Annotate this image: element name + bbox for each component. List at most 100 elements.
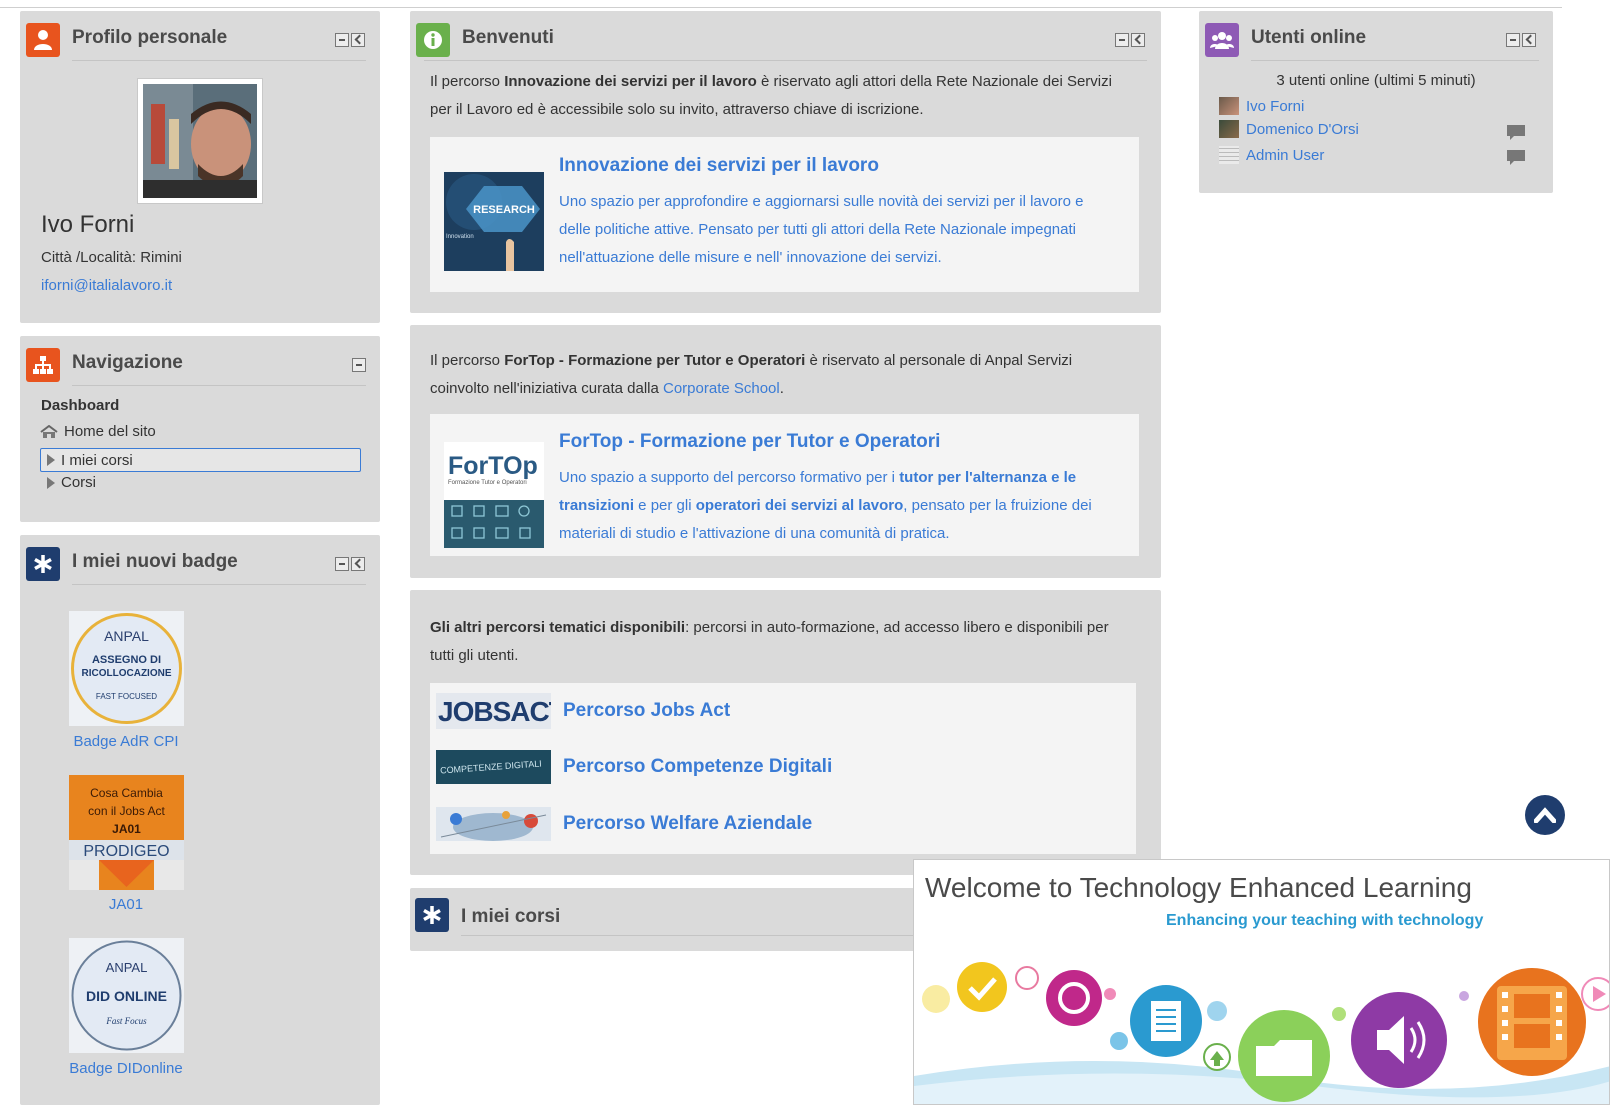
welcome-intro-pre: Il percorso (430, 73, 505, 90)
welcome-intro: Il percorso Innovazione dei servizi per … (430, 68, 1130, 124)
scroll-top-button[interactable] (1525, 795, 1565, 835)
banner-subtitle: Enhancing your teaching with technology (1166, 912, 1484, 929)
online-user[interactable]: Ivo Forni (1219, 97, 1304, 115)
collapse-icon[interactable] (1115, 33, 1129, 47)
welcome-header: Benvenuti (410, 11, 1161, 61)
fortop-course-desc: Uno spazio a supporto del percorso forma… (559, 464, 1119, 548)
fortop-course-title[interactable]: ForTop - Formazione per Tutor e Operator… (559, 431, 940, 453)
collapse-icon[interactable] (1506, 33, 1520, 47)
badge-did-title: DID ONLINE (86, 988, 167, 1004)
message-icon[interactable] (1507, 125, 1525, 141)
online-user[interactable]: Domenico D'Orsi (1219, 120, 1359, 138)
online-user-name[interactable]: Domenico D'Orsi (1246, 121, 1359, 138)
badge-adr-logo: ANPAL (104, 628, 149, 644)
navigation-block: Navigazione Dashboard Home del sito I mi… (20, 336, 380, 522)
user-avatar (1219, 97, 1239, 115)
course-jobs-act[interactable]: JOBSACT Percorso Jobs Act (436, 693, 730, 729)
online-user-name[interactable]: Ivo Forni (1246, 98, 1304, 115)
badges-rule (72, 584, 366, 585)
collapse-icon[interactable] (335, 557, 349, 571)
badge-adr-label[interactable]: Badge AdR CPI (40, 733, 212, 750)
badges-title: I miei nuovi badge (72, 551, 238, 572)
user-icon (26, 23, 60, 57)
jobs-act-thumb-text: JOBSACT (438, 696, 551, 727)
online-user-name[interactable]: Admin User (1246, 147, 1324, 164)
badge-ja01-label[interactable]: JA01 (40, 896, 212, 913)
nav-courses-label: Corsi (61, 474, 97, 491)
nav-my-courses-label: I miei corsi (61, 451, 133, 469)
dock-icon[interactable] (1522, 33, 1536, 47)
online-summary: 3 utenti online (ultimi 5 minuti) (1276, 72, 1476, 89)
home-icon (40, 424, 58, 438)
nav-courses[interactable]: Corsi (40, 474, 96, 491)
asterisk-icon (26, 547, 60, 581)
navigation-title: Navigazione (72, 352, 183, 373)
asterisk-icon (415, 898, 449, 932)
jobs-act-thumb: JOBSACT (436, 693, 551, 729)
profile-email[interactable]: iforni@italialavoro.it (41, 277, 172, 294)
dock-icon[interactable] (351, 557, 365, 571)
users-icon (1205, 23, 1239, 57)
innovation-course-title[interactable]: Innovazione dei servizi per il lavoro (559, 155, 879, 177)
badge-did-logo: ANPAL (106, 960, 148, 975)
course-welfare[interactable]: Percorso Welfare Aziendale (436, 807, 812, 841)
collapse-icon[interactable] (335, 33, 349, 47)
welcome-block: Benvenuti Il percorso Innovazione dei se… (410, 11, 1161, 313)
navigation-controls (352, 358, 366, 372)
profile-header: Profilo personale (20, 11, 380, 61)
navigation-rule (72, 385, 366, 386)
badge-adr-line2: RICOLLOCAZIONE (82, 668, 172, 679)
badges-block: I miei nuovi badge ANPAL ASSEGNO DI RICO… (20, 535, 380, 1105)
nav-dashboard[interactable]: Dashboard (41, 397, 119, 414)
online-user[interactable]: Admin User (1219, 146, 1324, 164)
innovation-course-card[interactable]: RESEARCH Innovation Innovazione dei serv… (430, 137, 1139, 292)
collapse-icon[interactable] (352, 358, 366, 372)
banner-illustration (914, 962, 1609, 1104)
fortop-logo-image: ForTOp Formazione Tutor e Operatori (444, 442, 544, 548)
welcome-title: Benvenuti (462, 27, 554, 48)
nav-home[interactable]: Home del sito (40, 423, 156, 440)
badges-header: I miei nuovi badge (20, 535, 380, 585)
fortop-logo-text: ForTOp (448, 452, 538, 480)
fortop-course-card[interactable]: ForTOp Formazione Tutor e Operatori ForT… (430, 414, 1139, 556)
fortop-logo-band (444, 500, 544, 548)
fortop-intro-pre: Il percorso (430, 352, 505, 369)
profile-controls (335, 33, 365, 47)
welcome-intro-bold: Innovazione dei servizi per il lavoro (504, 73, 757, 90)
course-digital-skills[interactable]: COMPETENZE DIGITALI Percorso Competenze … (436, 750, 832, 784)
message-icon[interactable] (1507, 150, 1525, 166)
dock-icon[interactable] (1131, 33, 1145, 47)
course-welfare-label[interactable]: Percorso Welfare Aziendale (563, 813, 812, 835)
badge-did-image[interactable]: ANPAL DID ONLINE Fast Focus (69, 938, 184, 1053)
profile-rule (72, 60, 366, 61)
top-divider (0, 7, 1562, 8)
other-courses-block: Gli altri percorsi tematici disponibili:… (410, 590, 1161, 875)
research-image: RESEARCH Innovation (444, 172, 544, 271)
avatar-photo (143, 84, 257, 198)
welfare-thumb (436, 807, 551, 841)
badge-ja01-line3: JA01 (112, 822, 141, 836)
fortop-logo-sub: Formazione Tutor e Operatori (448, 480, 527, 486)
online-users-rule (1251, 60, 1539, 61)
online-users-block: Utenti online 3 utenti online (ultimi 5 … (1199, 11, 1553, 193)
nav-home-label: Home del sito (64, 423, 156, 440)
badge-adr-image[interactable]: ANPAL ASSEGNO DI RICOLLOCAZIONE FAST FOC… (69, 611, 184, 726)
page: Profilo personale Ivo Forni Città /Local… (0, 0, 1610, 1105)
digital-skills-thumb: COMPETENZE DIGITALI (436, 750, 551, 784)
my-courses-title: I miei corsi (461, 906, 561, 927)
welcome-rule (424, 60, 1147, 61)
avatar[interactable] (137, 78, 263, 204)
course-digital-skills-label[interactable]: Percorso Competenze Digitali (563, 756, 832, 778)
welcome-controls (1115, 33, 1145, 47)
badge-did-label[interactable]: Badge DIDonline (40, 1060, 212, 1077)
course-jobs-act-label[interactable]: Percorso Jobs Act (563, 700, 730, 722)
corporate-school-link[interactable]: Corporate School (663, 380, 780, 397)
online-users-controls (1506, 33, 1536, 47)
sitemap-icon (26, 348, 60, 382)
badge-ja01-image[interactable]: Cosa Cambia con il Jobs Act JA01 PRODIGE… (69, 775, 184, 890)
tel-banner: Welcome to Technology Enhanced Learning … (913, 859, 1610, 1105)
nav-my-courses[interactable]: I miei corsi (40, 448, 361, 472)
expand-arrow-icon (47, 476, 55, 489)
dock-icon[interactable] (351, 33, 365, 47)
navigation-header: Navigazione (20, 336, 380, 386)
